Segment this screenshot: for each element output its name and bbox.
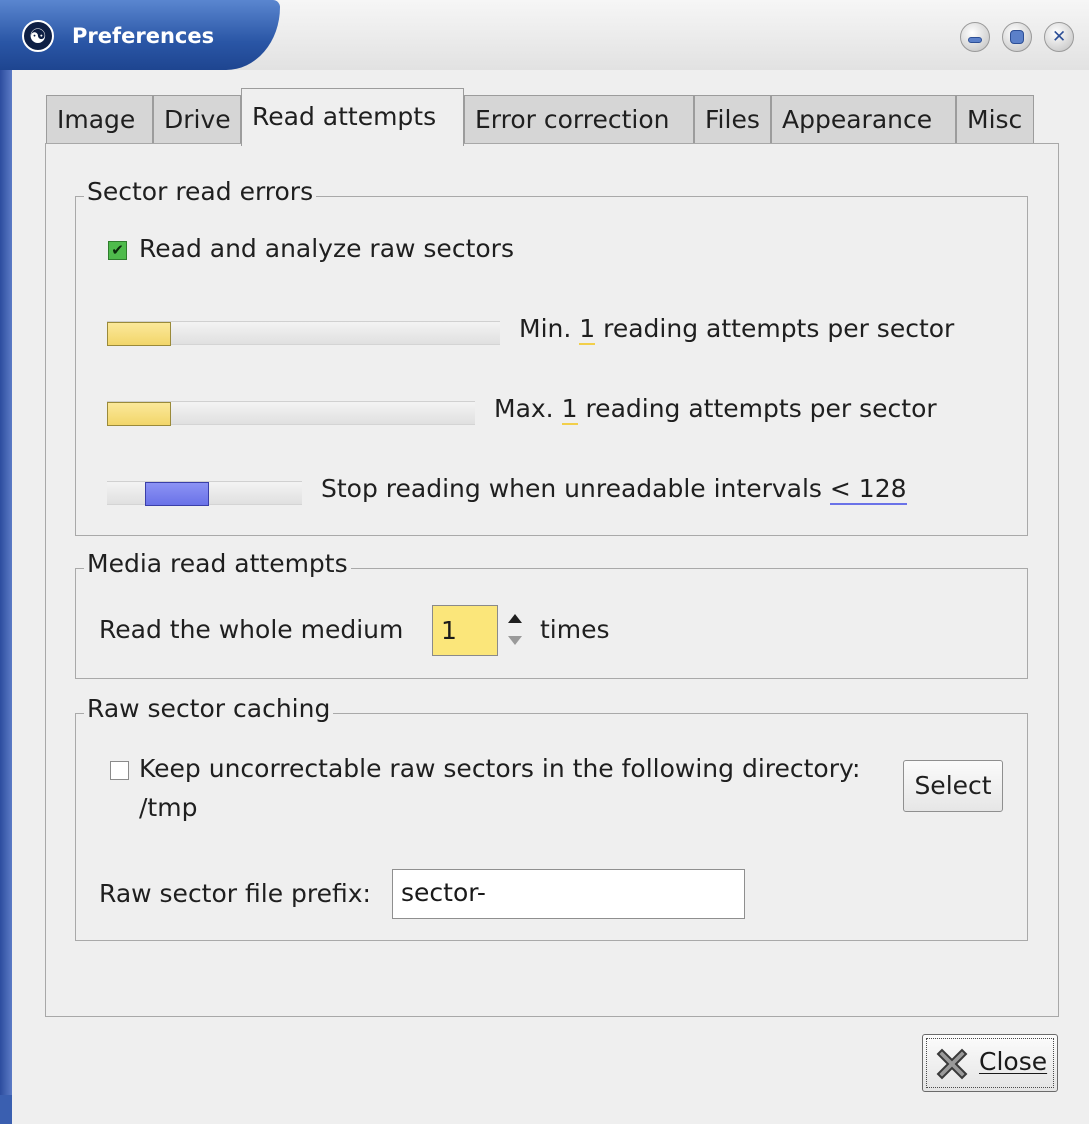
- stop-value: < 128: [829, 474, 907, 505]
- tab-read-attempts[interactable]: Read attempts: [241, 88, 464, 146]
- tab-files[interactable]: Files: [694, 95, 771, 145]
- minimize-button[interactable]: [960, 22, 990, 52]
- frame-title: Raw sector caching: [84, 694, 334, 723]
- frame-title: Media read attempts: [84, 549, 351, 578]
- close-icon: [933, 1045, 971, 1083]
- tab-error-correction[interactable]: Error correction: [464, 95, 694, 145]
- file-prefix-label: Raw sector file prefix:: [99, 879, 371, 908]
- min-suffix: reading attempts per sector: [603, 314, 955, 343]
- unreadable-interval-label: Stop reading when unreadable intervals <…: [321, 474, 907, 505]
- directory-path: /tmp: [139, 793, 198, 822]
- maximize-button[interactable]: [1002, 22, 1032, 52]
- min-value: 1: [579, 314, 596, 345]
- max-attempts-label: Max. 1 reading attempts per sector: [494, 394, 937, 425]
- window-title: Preferences: [72, 24, 215, 48]
- read-medium-suffix: times: [540, 615, 610, 644]
- max-suffix: reading attempts per sector: [585, 394, 937, 423]
- read-medium-prefix: Read the whole medium: [99, 615, 404, 644]
- close-label: Close: [979, 1047, 1048, 1076]
- slider-thumb[interactable]: [107, 402, 171, 426]
- min-attempts-slider[interactable]: [107, 321, 500, 346]
- preferences-window: ☯ Preferences ✕ Image Drive Read attempt…: [0, 0, 1089, 1124]
- min-prefix: Min.: [519, 314, 572, 343]
- spin-down-icon[interactable]: [508, 636, 522, 645]
- keep-sectors-checkbox[interactable]: [110, 761, 129, 780]
- desktop-accent: [0, 1095, 12, 1124]
- desktop-strip: [0, 0, 12, 1124]
- max-value: 1: [561, 394, 578, 425]
- select-directory-button[interactable]: Select: [903, 760, 1003, 812]
- tab-image[interactable]: Image: [46, 95, 153, 145]
- max-attempts-slider[interactable]: [107, 401, 475, 426]
- min-attempts-label: Min. 1 reading attempts per sector: [519, 314, 955, 345]
- app-icon: ☯: [22, 20, 54, 52]
- title-bar[interactable]: ☯ Preferences ✕: [0, 0, 1089, 70]
- close-button[interactable]: Close: [922, 1034, 1058, 1092]
- file-prefix-input[interactable]: sector-: [392, 869, 745, 919]
- close-window-button[interactable]: ✕: [1044, 22, 1074, 52]
- raw-sectors-checkbox[interactable]: ✔: [108, 241, 127, 260]
- stop-prefix: Stop reading when unreadable intervals: [321, 474, 822, 503]
- slider-thumb[interactable]: [145, 482, 209, 506]
- close-icon: ✕: [1052, 27, 1067, 47]
- minimize-icon: [968, 37, 982, 43]
- read-count-spinbutton[interactable]: 1: [432, 605, 498, 656]
- spin-up-icon[interactable]: [508, 614, 522, 623]
- tab-drive[interactable]: Drive: [153, 95, 241, 145]
- spin-arrows[interactable]: [500, 603, 532, 657]
- raw-sectors-label[interactable]: Read and analyze raw sectors: [139, 234, 514, 263]
- keep-sectors-label[interactable]: Keep uncorrectable raw sectors in the fo…: [139, 754, 860, 783]
- frame-title: Sector read errors: [84, 177, 317, 206]
- tab-appearance[interactable]: Appearance: [771, 95, 956, 145]
- tab-misc[interactable]: Misc: [956, 95, 1034, 145]
- max-prefix: Max.: [494, 394, 554, 423]
- maximize-icon: [1010, 30, 1024, 44]
- slider-thumb[interactable]: [107, 322, 171, 346]
- unreadable-interval-slider[interactable]: [107, 481, 302, 506]
